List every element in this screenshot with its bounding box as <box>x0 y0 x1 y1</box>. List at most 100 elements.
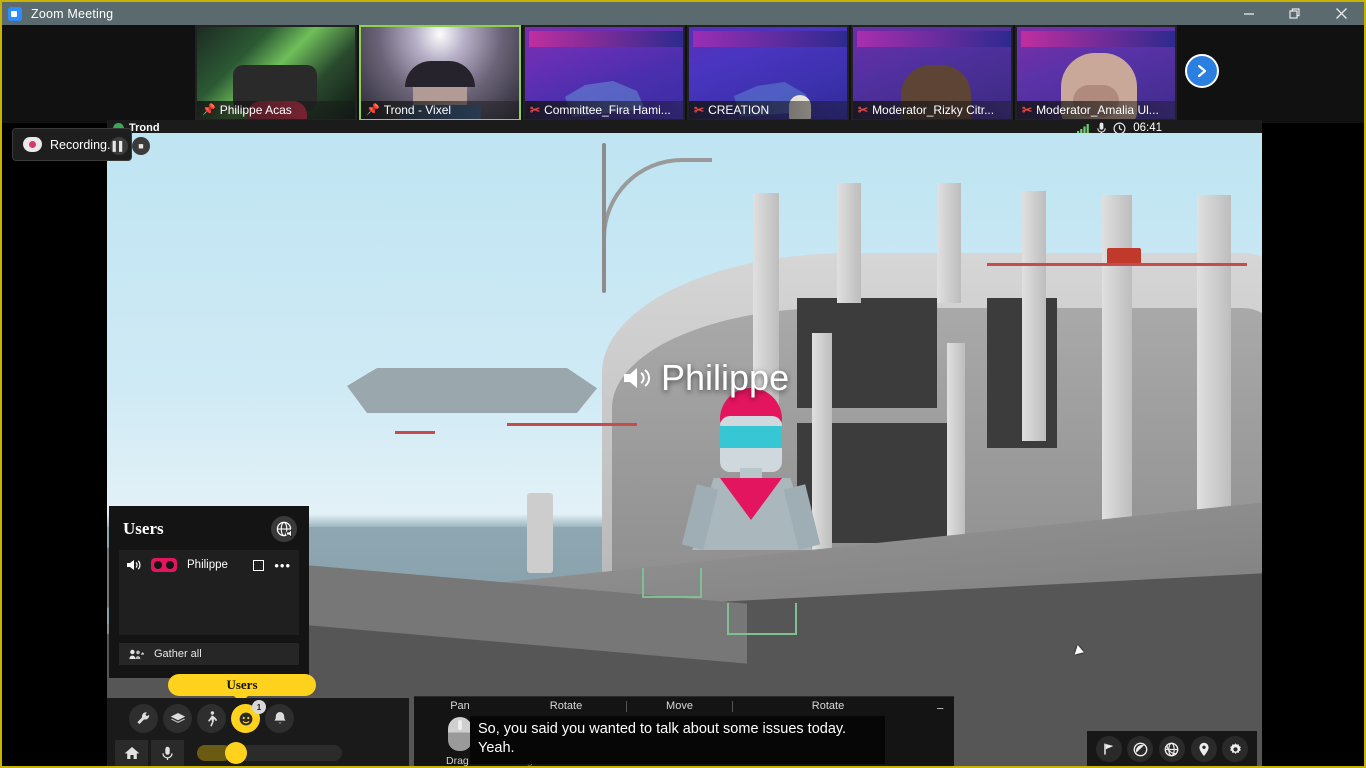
participant-thumbnail[interactable]: 📌 Philippe Acas <box>195 25 357 121</box>
microphone-icon <box>162 746 173 760</box>
walking-person-icon <box>207 710 217 726</box>
caption-text: So, you said you wanted to talk about so… <box>478 721 847 756</box>
users-tooltip-label: Users <box>226 677 258 692</box>
chevron-right-icon <box>1197 64 1207 78</box>
viewport-tool-bar <box>1087 731 1257 766</box>
red-pipe <box>507 423 637 426</box>
vr-goggles-icon <box>151 558 177 572</box>
walk-button[interactable] <box>197 704 226 733</box>
pillar <box>1197 195 1231 555</box>
close-button[interactable] <box>1318 2 1364 25</box>
thumbnail-label: ✂ Moderator_Rizky Citr... <box>853 101 1011 119</box>
participant-name: Philippe Acas <box>219 103 292 117</box>
zoom-meeting-window: Zoom Meeting 📌 Philippe Acas 📌 Trond - V… <box>0 0 1366 768</box>
thumbnail-label: ✂ CREATION <box>689 101 847 119</box>
users-panel: Users Philippe ••• Gather all <box>109 506 309 678</box>
participant-name: Trond - Vixel <box>383 103 452 117</box>
participant-name: Committee_Fira Hami... <box>544 103 671 117</box>
thumbnail-label: ✂ Moderator_Amalia Ul... <box>1017 101 1175 119</box>
navhelp-labels: Pan Rotate Move Rotate <box>414 697 954 715</box>
globe-icon <box>1165 742 1179 756</box>
slide-header <box>529 31 683 47</box>
user-face-icon <box>239 712 252 725</box>
empty-checkbox[interactable] <box>253 559 265 571</box>
thumbnail-label: 📌 Philippe Acas <box>197 101 355 119</box>
navhelp-label-rotate-keys: Rotate <box>811 700 845 712</box>
deck-post <box>527 493 553 573</box>
filmstrip-next-button[interactable] <box>1185 54 1219 88</box>
measure-button[interactable] <box>1127 736 1154 762</box>
participant-name: Moderator_Amalia Ul... <box>1036 103 1159 117</box>
navhelp-minimize-button[interactable]: − <box>936 701 944 716</box>
red-pipe <box>987 263 1247 266</box>
navhelp-drag-left: Drag <box>446 755 469 767</box>
recording-controls: ▌▌ ■ <box>110 137 150 155</box>
user-more-menu[interactable]: ••• <box>274 558 291 573</box>
pillar <box>837 183 861 303</box>
gear-icon <box>1229 742 1241 754</box>
measure-circle-icon <box>1133 742 1148 756</box>
users-button-badge: 1 <box>252 700 266 714</box>
globe-mute-icon[interactable] <box>271 516 297 542</box>
notifications-button[interactable] <box>265 704 294 733</box>
users-panel-title: Users <box>123 519 164 538</box>
speaker-name-label: Philippe <box>622 357 789 399</box>
users-tooltip: Users <box>168 674 316 703</box>
thumbnail-label: 📌 Trond - Vixel <box>361 101 519 119</box>
distant-boat <box>347 368 597 413</box>
navhelp-label-pan: Pan <box>450 700 470 712</box>
navhelp-label-move: Move <box>666 700 693 712</box>
green-rail <box>642 568 702 598</box>
speaker-name-text: Philippe <box>661 357 790 398</box>
volume-slider[interactable] <box>197 742 342 764</box>
slider-knob[interactable] <box>225 742 247 764</box>
toolbar-primary-row: 1 <box>107 698 409 733</box>
participant-thumbnail[interactable]: 📌 Trond - Vixel <box>359 25 521 121</box>
globe-button[interactable] <box>1158 736 1185 762</box>
participant-thumbnail[interactable]: ✂ CREATION <box>687 25 849 121</box>
mic-button[interactable] <box>151 740 184 766</box>
minimize-button[interactable] <box>1226 2 1272 25</box>
flag-icon <box>1104 743 1114 755</box>
pin-icon: 📌 <box>366 103 380 116</box>
red-pipe <box>395 431 435 434</box>
home-icon <box>124 747 139 759</box>
pin-icon: 📌 <box>202 103 216 116</box>
gather-all-button[interactable]: Gather all <box>119 643 299 665</box>
layers-button[interactable] <box>163 704 192 733</box>
user-row[interactable]: Philippe ••• <box>119 550 299 580</box>
participant-thumbnail[interactable]: ✂ Moderator_Amalia Ul... <box>1015 25 1177 121</box>
caption-overlay: So, you said you wanted to talk about so… <box>470 716 885 764</box>
slide-header <box>857 31 1011 47</box>
flag-button[interactable] <box>1095 736 1122 762</box>
avatar-philippe[interactable] <box>681 388 821 550</box>
pillar <box>937 183 961 303</box>
tools-button[interactable] <box>129 704 158 733</box>
restore-button[interactable] <box>1272 2 1318 25</box>
participant-name: Moderator_Rizky Citr... <box>872 103 995 117</box>
mast <box>602 143 606 293</box>
navhelp-label-rotate-mouse: Rotate <box>549 700 583 712</box>
home-button[interactable] <box>115 740 148 766</box>
people-gather-icon <box>129 649 144 659</box>
users-panel-header: Users <box>109 506 309 550</box>
slide-header <box>1021 31 1175 47</box>
participant-thumbnail[interactable]: ✂ Moderator_Rizky Citr... <box>851 25 1013 121</box>
participant-filmstrip: 📌 Philippe Acas 📌 Trond - Vixel ✂ Commit… <box>2 25 1364 123</box>
stop-icon[interactable]: ■ <box>132 137 150 155</box>
thumbnail-label: ✂ Committee_Fira Hami... <box>525 101 683 119</box>
toolbar-secondary-row <box>107 733 409 766</box>
participant-name: CREATION <box>708 103 770 117</box>
location-pin-icon <box>1198 742 1209 756</box>
users-button[interactable]: 1 <box>231 700 266 733</box>
settings-button[interactable] <box>1222 736 1249 762</box>
location-button[interactable] <box>1190 736 1217 762</box>
left-toolbar: 1 <box>107 698 409 766</box>
recording-icon: ✂ <box>858 103 869 117</box>
pause-icon[interactable]: ▌▌ <box>110 137 128 155</box>
window-title: Zoom Meeting <box>31 6 114 21</box>
speaker-icon <box>127 560 141 570</box>
layers-icon <box>170 712 185 723</box>
wrench-icon <box>137 712 150 725</box>
participant-thumbnail[interactable]: ✂ Committee_Fira Hami... <box>523 25 685 121</box>
